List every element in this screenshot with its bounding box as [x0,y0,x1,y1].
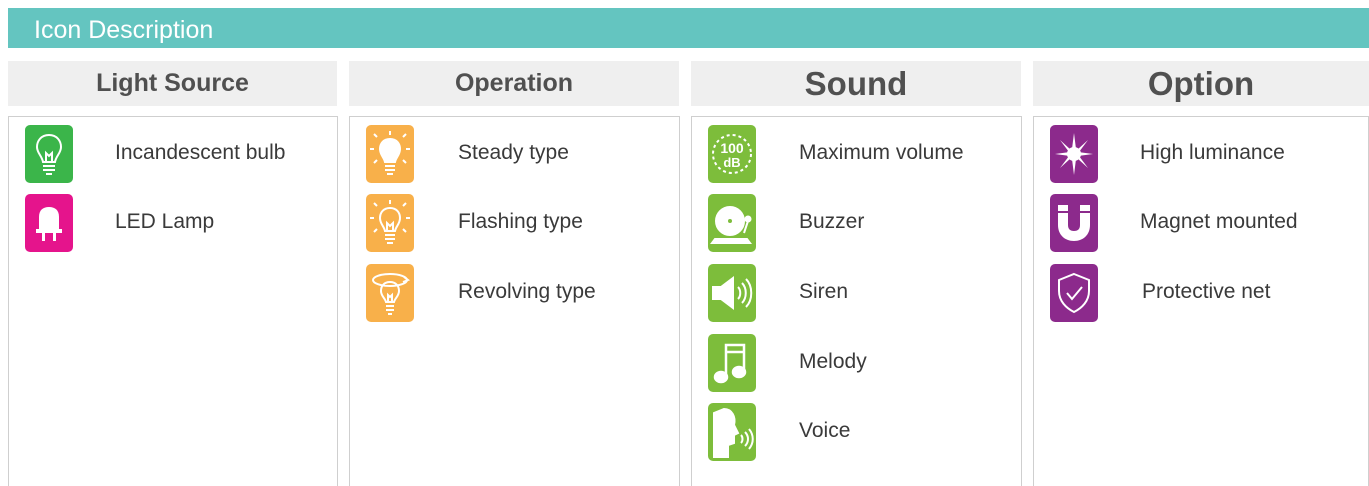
magnet-icon [1050,194,1098,252]
heading-option: Option [1033,61,1369,106]
item-label: Voice [799,419,851,442]
item-label: LED Lamp [115,210,215,233]
item-label: Incandescent bulb [115,141,286,164]
item-label: Buzzer [799,210,865,233]
volume-100db-icon: 100 dB [708,125,756,183]
shield-check-icon [1050,264,1098,322]
title-bar: Icon Description [8,8,1369,48]
item-label: Magnet mounted [1140,210,1298,233]
high-luminance-icon [1050,125,1098,183]
page-title: Icon Description [34,16,214,44]
db-value-text: 100 [720,140,744,156]
db-unit-text: dB [723,155,740,170]
revolving-bulb-icon [366,264,414,322]
item-label: Flashing type [458,210,583,233]
item-label: Protective net [1142,280,1271,303]
music-note-icon [708,334,756,392]
heading-light-source: Light Source [8,61,337,106]
flashing-bulb-icon [366,194,414,252]
item-label: Revolving type [458,280,596,303]
led-lamp-icon [25,194,73,252]
speaker-icon [708,264,756,322]
voice-icon [708,403,756,461]
item-label: High luminance [1140,141,1285,164]
heading-operation: Operation [349,61,679,106]
item-label: Maximum volume [799,141,964,164]
item-label: Siren [799,280,849,303]
steady-bulb-icon [366,125,414,183]
buzzer-icon [708,194,756,252]
item-label: Steady type [458,141,569,164]
incandescent-bulb-icon [25,125,73,183]
heading-sound: Sound [691,61,1021,106]
item-label: Melody [799,350,867,373]
